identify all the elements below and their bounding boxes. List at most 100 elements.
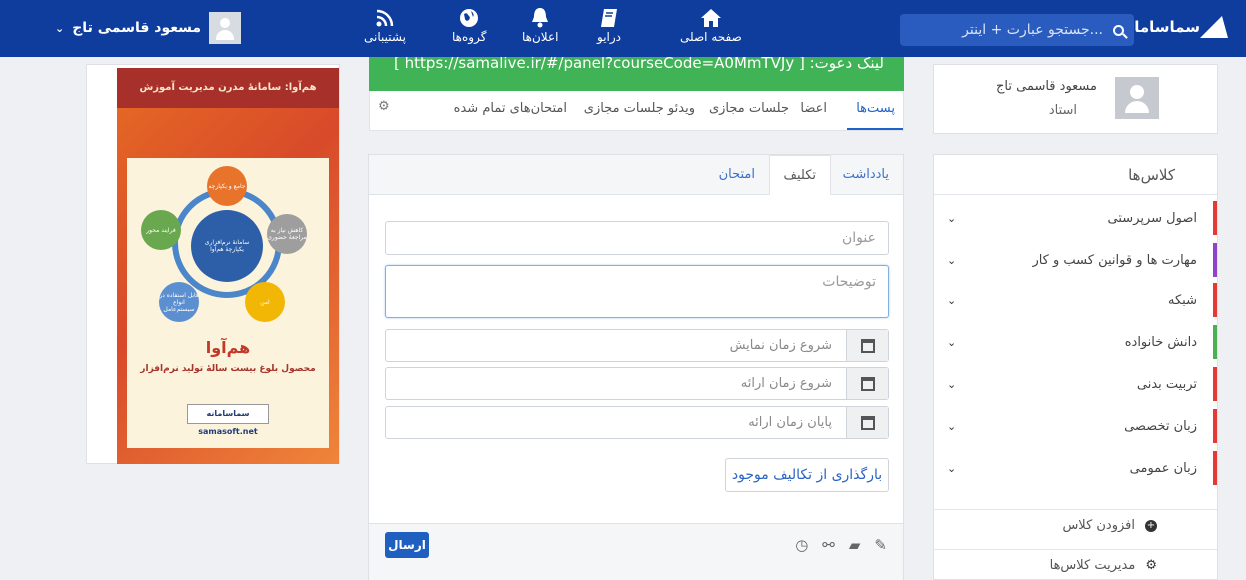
manage-classes-label: مدیریت کلاس‌ها — [1049, 558, 1136, 573]
classes-title: کلاس‌ها — [934, 155, 1217, 195]
poster-title: هم‌آوا — [205, 338, 251, 357]
profile-card: مسعود قاسمی تاج استاد — [933, 64, 1218, 134]
nav-home[interactable]: صفحه اصلی — [680, 6, 742, 44]
calendar-icon[interactable] — [846, 330, 888, 361]
show-start-date-field[interactable]: شروع زمان نمایش — [385, 329, 889, 362]
class-item[interactable]: ⌄ زبان تخصصی — [933, 409, 1217, 443]
chevron-down-icon[interactable]: ⌄ — [947, 420, 956, 433]
poster-center-node: سامانهٔ نرم‌افزاری یکپارچهٔ هم‌آوا — [191, 210, 263, 282]
globe-icon — [457, 6, 481, 30]
chevron-down-icon[interactable]: ⌄ — [947, 378, 956, 391]
class-item-label: مهارت ها و قوانین کسب و کار — [1032, 252, 1197, 268]
tab-virtual-sessions[interactable]: جلسات مجازی — [709, 101, 789, 116]
invite-link-text: [ https://samalive.ir/#/panel?courseCode… — [394, 57, 884, 72]
submit-end-date-field[interactable]: پایان زمان ارائه — [385, 406, 889, 439]
tab-note[interactable]: یادداشت — [829, 155, 903, 195]
bell-icon — [528, 6, 552, 30]
avatar — [209, 12, 242, 44]
poster-body: سامانهٔ نرم‌افزاری یکپارچهٔ هم‌آوا جامع … — [127, 158, 329, 448]
book-icon[interactable]: ▰ — [849, 536, 861, 554]
poster-node: قابل استفاده در انواع سیستم‌عامل — [159, 282, 199, 322]
gear-icon: ⚙ — [1145, 558, 1157, 573]
link-icon[interactable]: ⚯ — [822, 536, 835, 554]
tab-session-videos[interactable]: ویدئو جلسات مجازی — [584, 101, 695, 116]
title-input[interactable]: عنوان — [385, 221, 889, 255]
description-textarea[interactable]: توضیحات — [385, 265, 889, 318]
submit-start-placeholder: شروع زمان ارائه — [740, 376, 832, 391]
gear-icon[interactable]: ⚙ — [378, 99, 390, 114]
course-tabs: پست‌ها اعضا جلسات مجازی ویدئو جلسات مجاز… — [369, 91, 904, 131]
submit-end-placeholder: پایان زمان ارائه — [748, 415, 832, 430]
invite-link-banner[interactable]: [ https://samalive.ir/#/panel?courseCode… — [369, 57, 904, 91]
tab-members[interactable]: اعضا — [800, 101, 827, 116]
add-class-label: افزودن کلاس — [1062, 518, 1135, 533]
chevron-down-icon[interactable]: ⌄ — [947, 462, 956, 475]
tab-assignment[interactable]: تکلیف — [768, 155, 831, 195]
chevron-down-icon: ⌄ — [55, 21, 65, 35]
profile-name: مسعود قاسمی تاج — [996, 79, 1097, 94]
nav-groups-label: گروه‌ها — [452, 30, 487, 44]
chevron-down-icon[interactable]: ⌄ — [947, 294, 956, 307]
nav-drive-label: درایو — [597, 30, 622, 44]
rss-icon — [373, 6, 397, 30]
plus-circle-icon: + — [1145, 519, 1157, 532]
classes-panel: کلاس‌ها ⌄ اصول سرپرستی ⌄ مهارت ها و قوان… — [933, 154, 1218, 580]
poster-node: فرایند محور — [141, 210, 181, 250]
send-button[interactable]: ارسال — [385, 532, 429, 558]
nav-notifications-label: اعلان‌ها — [522, 30, 559, 44]
class-item-label: زبان تخصصی — [1124, 418, 1197, 434]
class-item-label: زبان عمومی — [1129, 460, 1197, 476]
class-item-label: تربیت بدنی — [1136, 376, 1197, 392]
poster-subtitle: محصول بلوغ بیست سالهٔ تولید نرم‌افزار — [140, 364, 316, 374]
calendar-icon[interactable] — [846, 368, 888, 399]
manage-classes-button[interactable]: مدیریت کلاس‌ها ⚙ — [933, 549, 1217, 580]
class-item[interactable]: ⌄ زبان عمومی — [933, 451, 1217, 485]
post-form-footer: ارسال ◷ ⚯ ▰ ✎ — [369, 523, 903, 580]
chevron-down-icon[interactable]: ⌄ — [947, 254, 956, 267]
calendar-icon[interactable] — [846, 407, 888, 438]
nav-notifications[interactable]: اعلان‌ها — [522, 6, 558, 44]
nav-support[interactable]: پشتیبانی — [364, 6, 406, 44]
class-item-label: اصول سرپرستی — [1107, 210, 1197, 226]
add-class-button[interactable]: افزودن کلاس + — [933, 509, 1217, 541]
show-start-placeholder: شروع زمان نمایش — [729, 338, 832, 353]
profile-avatar — [1115, 77, 1159, 119]
chevron-down-icon[interactable]: ⌄ — [947, 212, 956, 225]
profile-role: استاد — [1048, 103, 1077, 118]
tab-finished-exams[interactable]: امتحان‌های تمام شده — [454, 101, 567, 116]
upload-existing-assignment-button[interactable]: بارگذاری از تکالیف موجود — [725, 458, 889, 492]
brand-mark-icon — [1199, 16, 1237, 38]
attachment-toolbar: ◷ ⚯ ▰ ✎ — [795, 536, 887, 554]
class-item[interactable]: ⌄ شبکه — [933, 283, 1217, 317]
nav-drive[interactable]: درایو — [597, 6, 621, 44]
user-menu-name: مسعود قاسمی تاج — [72, 20, 202, 36]
class-item-label: دانش خانواده — [1124, 334, 1197, 350]
home-icon — [699, 6, 723, 30]
hamava-poster: هم‌آوا: سامانهٔ مدرن مدیریت آموزش سامانه… — [117, 68, 339, 464]
nav-groups[interactable]: گروه‌ها — [452, 6, 486, 44]
class-item[interactable]: ⌄ تربیت بدنی — [933, 367, 1217, 401]
brand-logo[interactable]: سماسامانه — [1120, 16, 1237, 38]
clock-icon[interactable]: ◷ — [795, 536, 808, 554]
user-menu[interactable]: ⌄ مسعود قاسمی تاج — [55, 12, 242, 44]
poster-node: جامع و یکپارچه — [207, 166, 247, 206]
top-navbar: سماسامانه جستجو عبارت + اینتر... صفحه اص… — [0, 0, 1246, 57]
tab-exam[interactable]: امتحان — [705, 155, 769, 195]
chevron-down-icon[interactable]: ⌄ — [947, 336, 956, 349]
post-form: یادداشت تکلیف امتحان عنوان توضیحات شروع … — [368, 154, 904, 580]
active-tab-indicator — [847, 128, 903, 130]
advertisement-banner[interactable]: هم‌آوا: سامانهٔ مدرن مدیریت آموزش سامانه… — [86, 64, 340, 464]
poster-logo: سماسامانه samasoft.net — [187, 404, 269, 436]
search-icon[interactable] — [1113, 24, 1124, 36]
post-type-tabs: یادداشت تکلیف امتحان — [369, 155, 903, 195]
search-input[interactable]: جستجو عبارت + اینتر... — [962, 22, 1103, 38]
submit-start-date-field[interactable]: شروع زمان ارائه — [385, 367, 889, 400]
class-item[interactable]: ⌄ مهارت ها و قوانین کسب و کار — [933, 243, 1217, 277]
class-item[interactable]: ⌄ اصول سرپرستی — [933, 201, 1217, 235]
search-box[interactable]: جستجو عبارت + اینتر... — [900, 14, 1134, 46]
tab-posts[interactable]: پست‌ها — [856, 101, 895, 116]
poster-node: امن — [245, 282, 285, 322]
class-item[interactable]: ⌄ دانش خانواده — [933, 325, 1217, 359]
nav-home-label: صفحه اصلی — [680, 30, 742, 44]
paperclip-icon[interactable]: ✎ — [874, 536, 887, 554]
